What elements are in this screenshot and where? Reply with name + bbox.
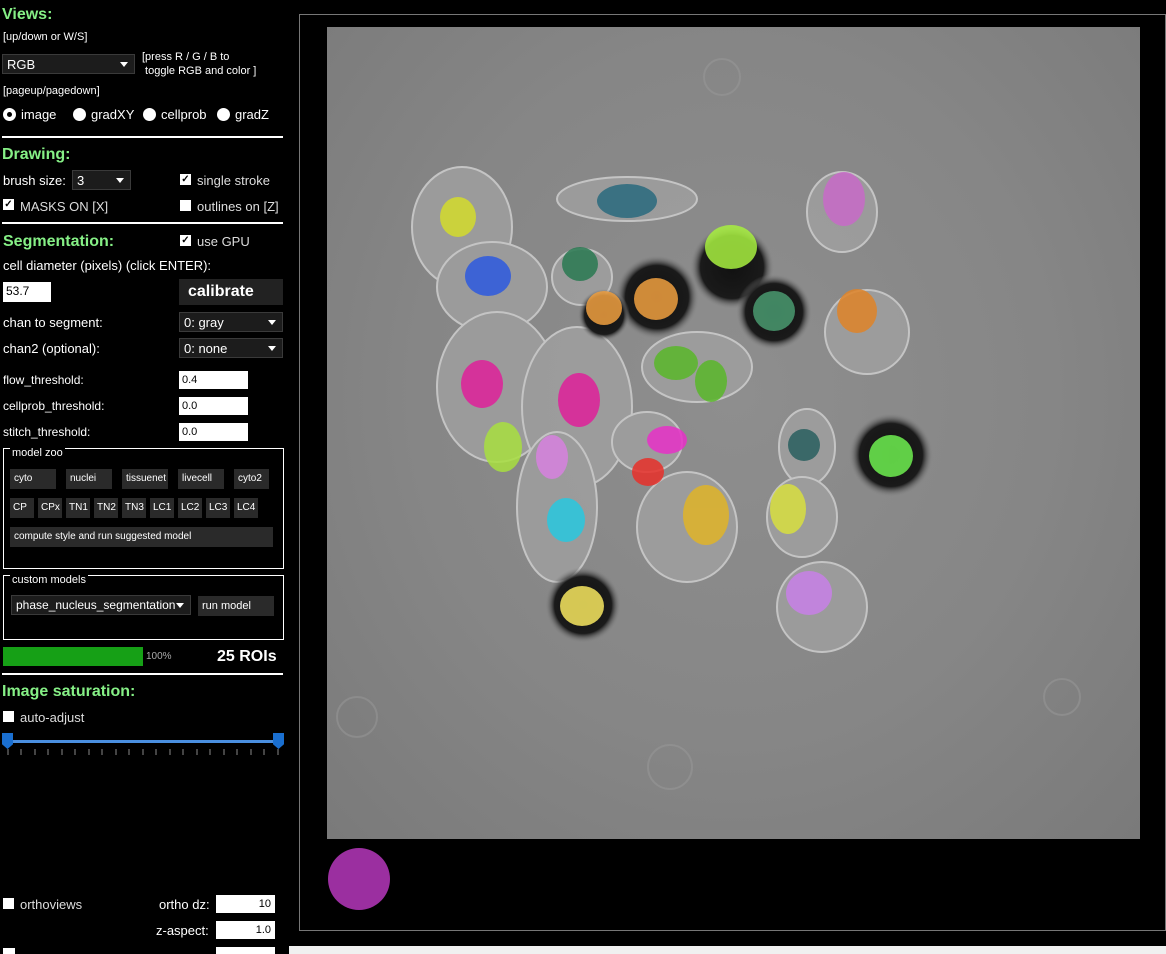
views-header: Views: [2,6,53,23]
radio-label: gradZ [235,107,269,122]
ortho-dz-label: ortho dz: [159,897,210,912]
custom-models-title: custom models [10,574,88,586]
model-zoo-title: model zoo [10,447,65,459]
use-gpu-label: use GPU [197,234,250,249]
flow-threshold-input[interactable]: 0.4 [179,371,248,389]
progress-percent: 100% [146,651,172,662]
checkbox-empty-icon [3,711,14,722]
brush-size-label: brush size: [3,173,66,188]
single-stroke-label: single stroke [197,173,270,188]
ortho-dz-input[interactable]: 10 [216,895,275,913]
flow-threshold-label: flow_threshold: [3,373,84,387]
chevron-down-icon [268,346,276,351]
brush-size-select[interactable]: 3 [72,170,131,190]
segmentation-header: Segmentation: [3,233,115,250]
model-button-tissuenet[interactable]: tissuenet [122,469,168,489]
saturation-low-handle[interactable] [2,733,13,749]
auto-adjust-label: auto-adjust [20,710,85,725]
cellprob-threshold-label: cellprob_threshold: [3,399,105,413]
view-select[interactable]: RGB [2,54,135,74]
model-button-livecell[interactable]: livecell [178,469,224,489]
chan-select[interactable]: 0: gray [179,312,283,332]
chan2-label: chan2 (optional): [3,341,100,356]
cut-off-checkbox[interactable] [3,948,15,954]
stitch-threshold-label: stitch_threshold: [3,425,91,439]
checkbox-empty-icon [3,898,14,909]
chan2-select-value: 0: none [184,341,228,356]
model-button-cpx[interactable]: CPx [38,498,62,518]
slider-ticks [7,749,279,755]
model-button-lc2[interactable]: LC2 [178,498,202,518]
radio-label: cellprob [161,107,207,122]
chevron-down-icon [120,62,128,67]
radio-icon [217,108,230,121]
cut-off-input[interactable] [216,947,275,954]
model-button-tn3[interactable]: TN3 [122,498,146,518]
saturation-slider-track[interactable] [8,740,279,743]
check-icon: ✓ [180,235,191,246]
rgb-hint-2: toggle RGB and color ] [142,65,257,77]
chan-label: chan to segment: [3,315,103,330]
divider [2,136,283,138]
divider [2,222,283,224]
model-button-tn2[interactable]: TN2 [94,498,118,518]
model-button-lc1[interactable]: LC1 [150,498,174,518]
radio-label: image [21,107,57,122]
rgb-hint-1: [press R / G / B to [142,51,230,63]
horizontal-scrollbar[interactable] [289,946,1166,954]
brush-size-value: 3 [77,173,85,188]
calibrate-button[interactable]: calibrate [179,279,283,305]
model-button-nuclei[interactable]: nuclei [66,469,112,489]
z-aspect-input[interactable]: 1.0 [216,921,275,939]
views-hint: [up/down or W/S] [3,31,88,43]
drawing-header: Drawing: [2,146,71,163]
cellprob-threshold-input[interactable]: 0.0 [179,397,248,415]
divider [2,673,283,675]
run-model-button[interactable]: run model [198,596,274,616]
model-button-cyto2[interactable]: cyto2 [234,469,269,489]
chevron-down-icon [268,320,276,325]
progress-bar [3,647,143,666]
model-button-cyto[interactable]: cyto [10,469,56,489]
check-icon: ✓ [180,174,191,185]
radio-icon [143,108,156,121]
stitch-threshold-input[interactable]: 0.0 [179,423,248,441]
model-button-lc3[interactable]: LC3 [206,498,230,518]
custom-model-value: phase_nucleus_segmentation [16,598,176,612]
compute-style-button[interactable]: compute style and run suggested model [10,527,273,547]
chevron-down-icon [116,178,124,183]
radio-icon [3,108,16,121]
chan-select-value: 0: gray [184,315,224,330]
chan2-select[interactable]: 0: none [179,338,283,358]
chevron-down-icon [176,603,184,608]
page-hint: [pageup/pagedown] [3,85,100,97]
z-aspect-label: z-aspect: [156,923,209,938]
orthoviews-label: orthoviews [20,897,83,912]
diameter-input[interactable]: 53.7 [3,282,51,302]
diameter-label: cell diameter (pixels) (click ENTER): [3,258,212,273]
radio-label: gradXY [91,107,135,122]
custom-model-select[interactable]: phase_nucleus_segmentation [11,595,191,615]
checkbox-empty-icon [180,200,191,211]
microscopy-image[interactable] [327,27,1140,839]
model-button-lc4[interactable]: LC4 [234,498,258,518]
outlines-on-label: outlines on [Z] [197,199,279,214]
roi-count: 25 ROIs [217,648,277,665]
radio-icon [73,108,86,121]
saturation-header: Image saturation: [2,683,136,700]
brush-color-preview[interactable] [328,848,390,910]
model-button-cp[interactable]: CP [10,498,34,518]
model-button-tn1[interactable]: TN1 [66,498,90,518]
masks-on-label: MASKS ON [X] [20,199,109,214]
view-select-value: RGB [7,57,36,72]
check-icon: ✓ [3,199,14,210]
saturation-high-handle[interactable] [273,733,284,749]
cell-image-canvas [336,58,1081,790]
